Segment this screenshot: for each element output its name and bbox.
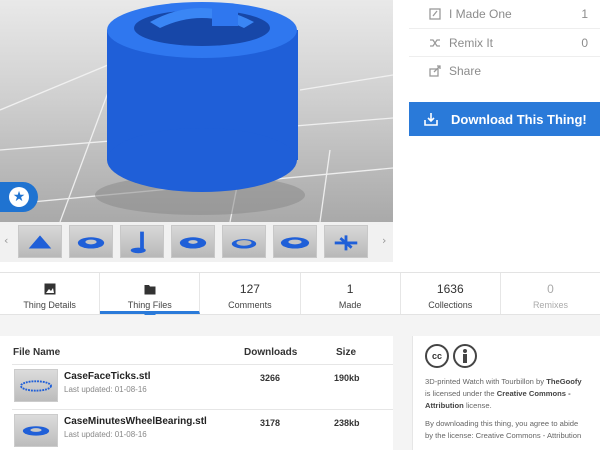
tab-label: Thing Files [127,300,172,310]
files-table: File Name Downloads Size CaseFaceTicks.s… [0,336,393,450]
tab-comments[interactable]: 127 Comments [200,273,301,314]
file-thumbnail [14,414,58,447]
file-downloads: 3178 [260,418,281,428]
thing-actions: I Made One 1 Remix It 0 Share [409,0,600,84]
file-row[interactable]: CaseFaceTicks.stl Last updated: 01-08-16… [12,364,393,404]
cc-icon: cc [425,344,449,368]
thumbnail[interactable] [120,225,164,258]
tab-collections[interactable]: 1636 Collections [401,273,501,314]
tab-label: Thing Details [23,300,76,310]
license-end: license. [465,401,492,410]
thumbnail[interactable] [171,225,215,258]
share-label: Share [449,63,482,78]
i-made-one-button[interactable]: I Made One 1 [409,0,600,28]
i-made-one-count: 1 [581,7,588,21]
license-text: 3D-printed Watch with Tourbillon by TheG… [425,376,588,412]
tab-label: Made [338,300,362,310]
chevron-right-icon[interactable]: › [382,234,386,247]
photo-icon [44,283,56,295]
thumbnail[interactable] [18,225,62,258]
tab-count: 0 [547,282,554,296]
tab-label: Comments [228,300,272,310]
thumbnail[interactable] [222,225,266,258]
favorite-button[interactable]: ★ [0,182,38,212]
tab-thing-details[interactable]: Thing Details [0,273,101,314]
tab-label: Collections [428,300,473,310]
file-updated: Last updated: 01-08-16 [64,385,147,394]
model-render [0,2,393,222]
tab-count: 1636 [436,282,464,296]
header-file-name: File Name [13,347,61,358]
star-icon: ★ [9,187,29,207]
file-size: 190kb [334,373,360,383]
tab-label: Remixes [532,300,568,310]
license-is: is licensed under the [425,389,495,398]
file-downloads: 3266 [260,373,281,383]
file-updated: Last updated: 01-08-16 [64,430,147,439]
file-size: 238kb [334,418,360,428]
thumbnail-strip: ‹ › [0,222,393,262]
author-link[interactable]: TheGoofy [546,377,581,386]
tab-made[interactable]: 1 Made [301,273,401,314]
tab-count: 127 [239,282,260,296]
tab-remixes[interactable]: 0 Remixes [501,273,600,314]
thing-title-link[interactable]: 3D-printed Watch with Tourbillon [425,377,534,386]
tab-thing-files[interactable]: Thing Files [100,273,201,320]
chevron-left-icon[interactable]: ‹ [4,234,8,247]
license-agreement: By downloading this thing, you agree to … [425,419,582,440]
share-icon [429,64,441,77]
download-label: Download This Thing! [451,111,587,127]
thumbnail[interactable] [324,225,368,258]
tab-count: 1 [346,282,354,296]
file-name[interactable]: CaseFaceTicks.stl [64,371,151,382]
file-thumbnail [14,369,58,402]
folder-icon [144,285,156,295]
header-size: Size [336,347,357,358]
edit-icon [429,8,441,20]
shuffle-icon [430,38,440,47]
by-word: by [536,377,545,386]
remix-label: Remix It [449,35,494,50]
remix-count: 0 [581,35,588,50]
i-made-one-label: I Made One [449,7,512,21]
file-name[interactable]: CaseMinutesWheelBearing.stl [64,416,207,427]
thing-tabs: Thing Details Thing Files 127 Comments 1… [0,272,600,320]
remix-button[interactable]: Remix It 0 [409,28,600,56]
header-downloads: Downloads [244,347,298,358]
thumbnail[interactable] [69,225,113,258]
model-preview-viewer[interactable]: ★ [0,0,393,222]
file-row[interactable]: CaseMinutesWheelBearing.stl Last updated… [12,409,393,449]
license-panel: cc 3D-printed Watch with Tourbillon by T… [412,336,600,450]
download-thing-button[interactable]: Download This Thing! [409,102,600,136]
share-button[interactable]: Share [409,56,600,84]
download-icon [424,113,438,126]
person-icon [453,344,477,368]
thumbnail[interactable] [273,225,317,258]
